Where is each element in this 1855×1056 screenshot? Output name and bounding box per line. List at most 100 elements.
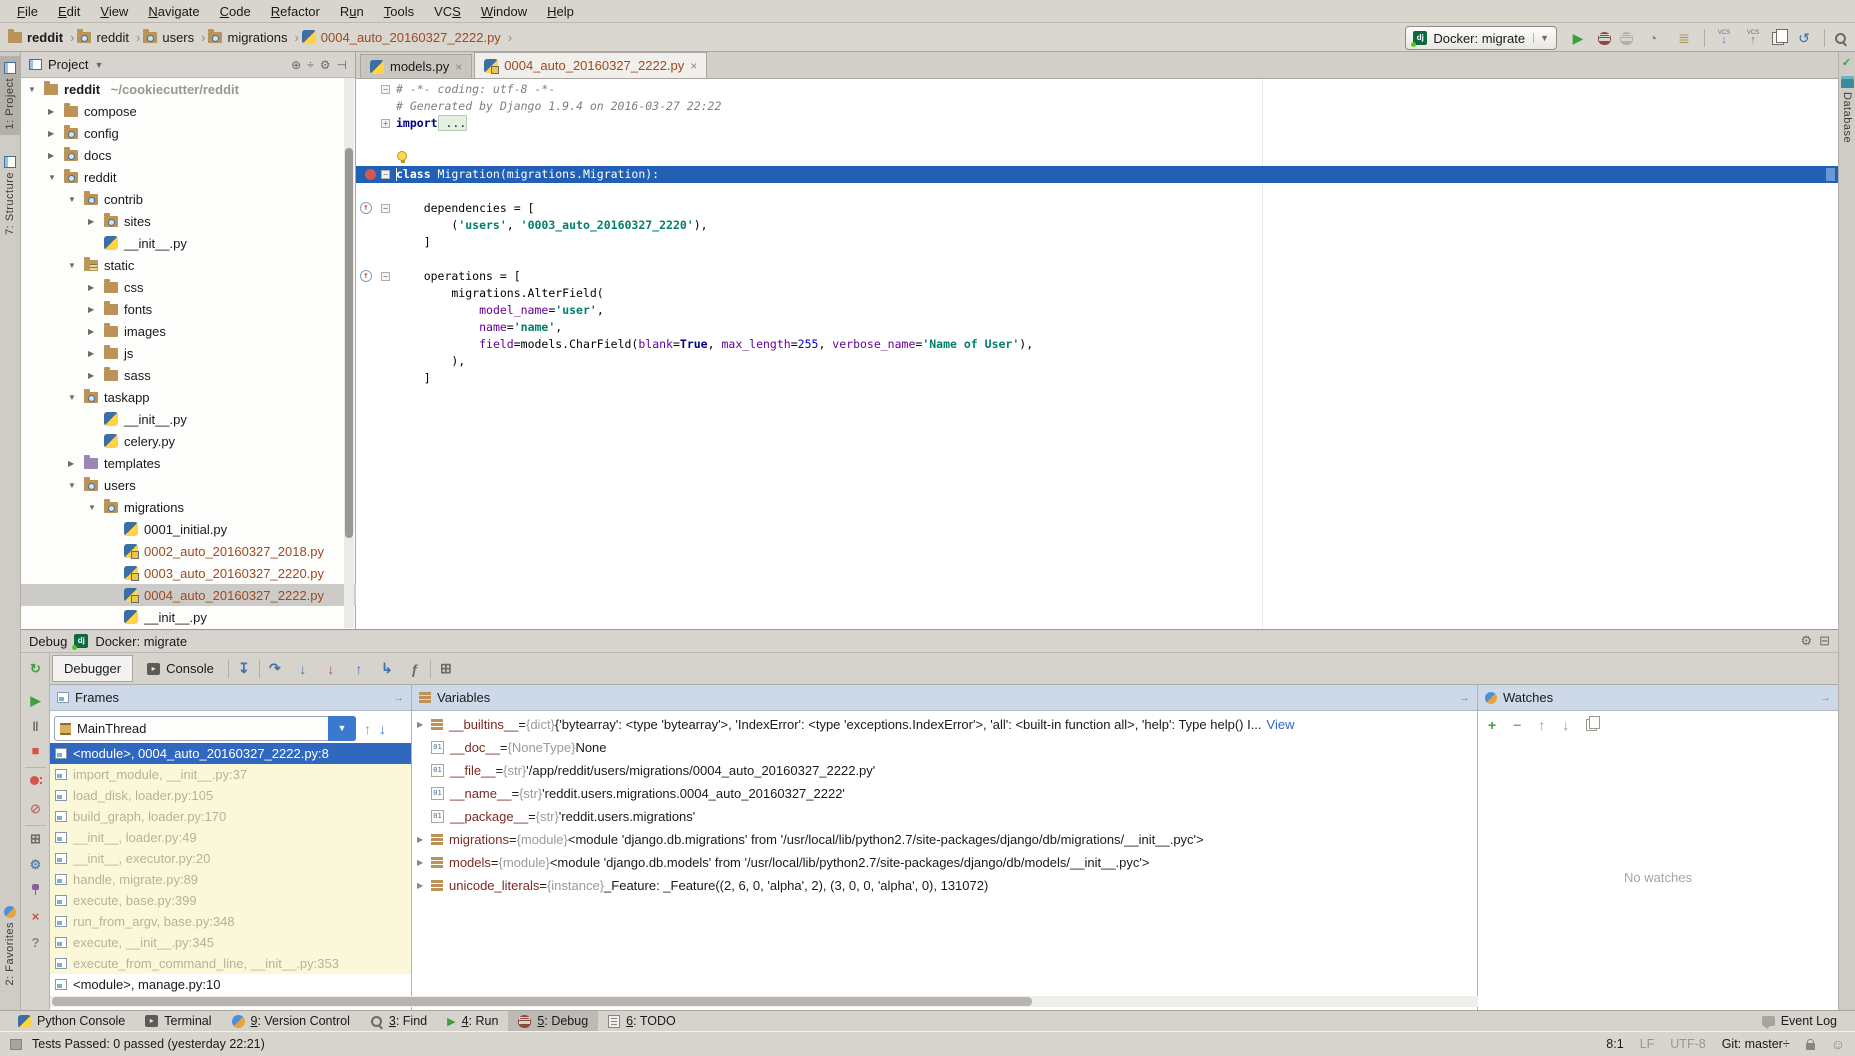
menu-vcs[interactable]: VCS: [425, 2, 470, 21]
duplicate-watch-icon[interactable]: [1586, 719, 1597, 731]
breadcrumb-item[interactable]: migrations: [208, 30, 287, 45]
code-line[interactable]: [356, 183, 1838, 200]
tree-item-0003_auto_20160327_2220-py[interactable]: 0003_auto_20160327_2220.py: [21, 562, 356, 584]
remove-watch-icon[interactable]: −: [1513, 717, 1521, 733]
float-panel-icon[interactable]: →: [1459, 692, 1470, 704]
tree-open-arrow-icon[interactable]: ▼: [88, 503, 98, 512]
tree-item-taskapp[interactable]: ▼taskapp: [21, 386, 356, 408]
frame-up-icon[interactable]: ↑: [364, 721, 371, 737]
menu-help[interactable]: Help: [538, 2, 583, 21]
tree-item-fonts[interactable]: ▶fonts: [21, 298, 356, 320]
tree-item-0002_auto_20160327_2018-py[interactable]: 0002_auto_20160327_2018.py: [21, 540, 356, 562]
code-line[interactable]: field=models.CharField(blank=True, max_l…: [356, 336, 1838, 353]
tree-item-contrib[interactable]: ▼contrib: [21, 188, 356, 210]
frame-row[interactable]: run_from_argv, base.py:348: [50, 911, 411, 932]
view-breakpoints-icon[interactable]: [30, 775, 42, 787]
settings-icon[interactable]: ⚙: [320, 58, 331, 72]
restore-layout-icon[interactable]: ⊞: [21, 831, 50, 847]
run-configuration-select[interactable]: dj Docker: migrate ▼: [1405, 26, 1557, 50]
tool-strip-structure[interactable]: 7: Structure: [0, 150, 20, 241]
code-line[interactable]: ]: [356, 234, 1838, 251]
expand-icon[interactable]: ▶: [417, 858, 431, 867]
tree-item-0001_initial-py[interactable]: 0001_initial.py: [21, 518, 356, 540]
code-line[interactable]: [356, 132, 1838, 149]
toolwindow-button-5-debug[interactable]: 5: Debug: [508, 1011, 598, 1032]
tree-closed-arrow-icon[interactable]: ▶: [48, 107, 58, 116]
settings-icon[interactable]: ⚙: [21, 857, 50, 873]
frame-row[interactable]: execute_from_command_line, __init__.py:3…: [50, 953, 411, 974]
close-tab-icon[interactable]: ×: [690, 59, 697, 73]
expand-icon[interactable]: ▶: [417, 835, 431, 844]
file-encoding[interactable]: UTF-8: [1670, 1037, 1705, 1051]
fold-marker-icon[interactable]: −: [381, 170, 390, 179]
menu-view[interactable]: View: [91, 2, 137, 21]
edit-configurations-icon[interactable]: ≣: [1673, 27, 1695, 49]
tree-item-config[interactable]: ▶config: [21, 122, 356, 144]
step-into-icon[interactable]: ↓: [290, 661, 316, 677]
tree-closed-arrow-icon[interactable]: ▶: [88, 371, 98, 380]
thread-selector[interactable]: MainThread ▼: [54, 716, 356, 741]
menu-tools[interactable]: Tools: [375, 2, 423, 21]
code-line[interactable]: ↑− dependencies = [: [356, 200, 1838, 217]
toolwindow-button-6-todo[interactable]: 6: TODO: [598, 1011, 686, 1032]
editor-tab-0004_auto_20160327_2222-py[interactable]: 0004_auto_20160327_2222.py×: [474, 52, 707, 78]
tab-debugger[interactable]: Debugger: [52, 655, 133, 682]
menu-refactor[interactable]: Refactor: [262, 2, 329, 21]
code-line[interactable]: ),: [356, 353, 1838, 370]
pin-tab-icon[interactable]: [21, 883, 50, 898]
pin-icon[interactable]: [30, 883, 42, 895]
layout-settings-icon[interactable]: ⊞: [433, 660, 459, 677]
tree-item-images[interactable]: ▶images: [21, 320, 356, 342]
frame-row[interactable]: execute, base.py:399: [50, 890, 411, 911]
tree-open-arrow-icon[interactable]: ▼: [68, 393, 78, 402]
hector-notification-icon[interactable]: ☺: [1831, 1036, 1845, 1052]
tree-item-sass[interactable]: ▶sass: [21, 364, 356, 386]
tree-item-docs[interactable]: ▶docs: [21, 144, 356, 166]
code-line[interactable]: migrations.AlterField(: [356, 285, 1838, 302]
frame-row[interactable]: handle, migrate.py:89: [50, 869, 411, 890]
locate-icon[interactable]: ⊕: [291, 58, 301, 72]
variable-row[interactable]: 01__name__ = {str} 'reddit.users.migrati…: [412, 782, 1478, 805]
readonly-lock-icon[interactable]: [1806, 1043, 1815, 1050]
menu-navigate[interactable]: Navigate: [139, 2, 208, 21]
move-watch-down-icon[interactable]: ↓: [1562, 717, 1569, 733]
frame-row[interactable]: load_disk, loader.py:105: [50, 785, 411, 806]
move-watch-up-icon[interactable]: ↑: [1538, 717, 1545, 733]
mute-breakpoints-icon[interactable]: ⊘: [21, 801, 50, 817]
tree-open-arrow-icon[interactable]: ▼: [48, 173, 58, 182]
close-tab-icon[interactable]: ×: [455, 60, 462, 74]
code-line[interactable]: [356, 251, 1838, 268]
view-breakpoints-icon[interactable]: [21, 775, 50, 790]
breadcrumb-item[interactable]: users: [143, 30, 194, 45]
menu-code[interactable]: Code: [211, 2, 260, 21]
search-everywhere-icon[interactable]: [1834, 32, 1847, 45]
pause-icon[interactable]: ‖: [21, 719, 50, 734]
caret-position[interactable]: 8:1: [1606, 1037, 1623, 1051]
step-into-my-code-icon[interactable]: ↓: [318, 661, 344, 677]
tree-item-0004_auto_20160327_2222-py[interactable]: 0004_auto_20160327_2222.py: [21, 584, 356, 606]
profiler-icon[interactable]: ◔: [1642, 27, 1664, 49]
add-watch-icon[interactable]: +: [1488, 717, 1496, 733]
code-line[interactable]: [356, 149, 1838, 166]
tool-strip-project[interactable]: 1: Project: [0, 56, 20, 135]
tree-item-__init__-py[interactable]: __init__.py: [21, 408, 356, 430]
menu-edit[interactable]: Edit: [49, 2, 89, 21]
line-ending[interactable]: LF: [1640, 1037, 1655, 1051]
code-line[interactable]: ]: [356, 370, 1838, 387]
tree-item-__init__-py[interactable]: __init__.py: [21, 606, 356, 628]
tree-item-reddit[interactable]: ▼reddit: [21, 166, 356, 188]
editor-tab-models-py[interactable]: models.py×: [360, 54, 472, 78]
tree-item-css[interactable]: ▶css: [21, 276, 356, 298]
fold-marker-icon[interactable]: −: [381, 85, 390, 94]
code-line[interactable]: # Generated by Django 1.9.4 on 2016-03-2…: [356, 98, 1838, 115]
menu-window[interactable]: Window: [472, 2, 536, 21]
intention-bulb-icon[interactable]: [397, 151, 407, 161]
tool-strip-database[interactable]: Database: [1839, 70, 1855, 149]
tree-item-templates[interactable]: ▶templates: [21, 452, 356, 474]
git-branch-widget[interactable]: Git: master÷: [1722, 1037, 1790, 1051]
frame-row[interactable]: __init__, loader.py:49: [50, 827, 411, 848]
run-icon[interactable]: ▶: [1567, 27, 1589, 49]
tree-item-js[interactable]: ▶js: [21, 342, 356, 364]
tab-console[interactable]: ▸Console: [135, 655, 226, 682]
fold-marker-icon[interactable]: −: [381, 204, 390, 213]
